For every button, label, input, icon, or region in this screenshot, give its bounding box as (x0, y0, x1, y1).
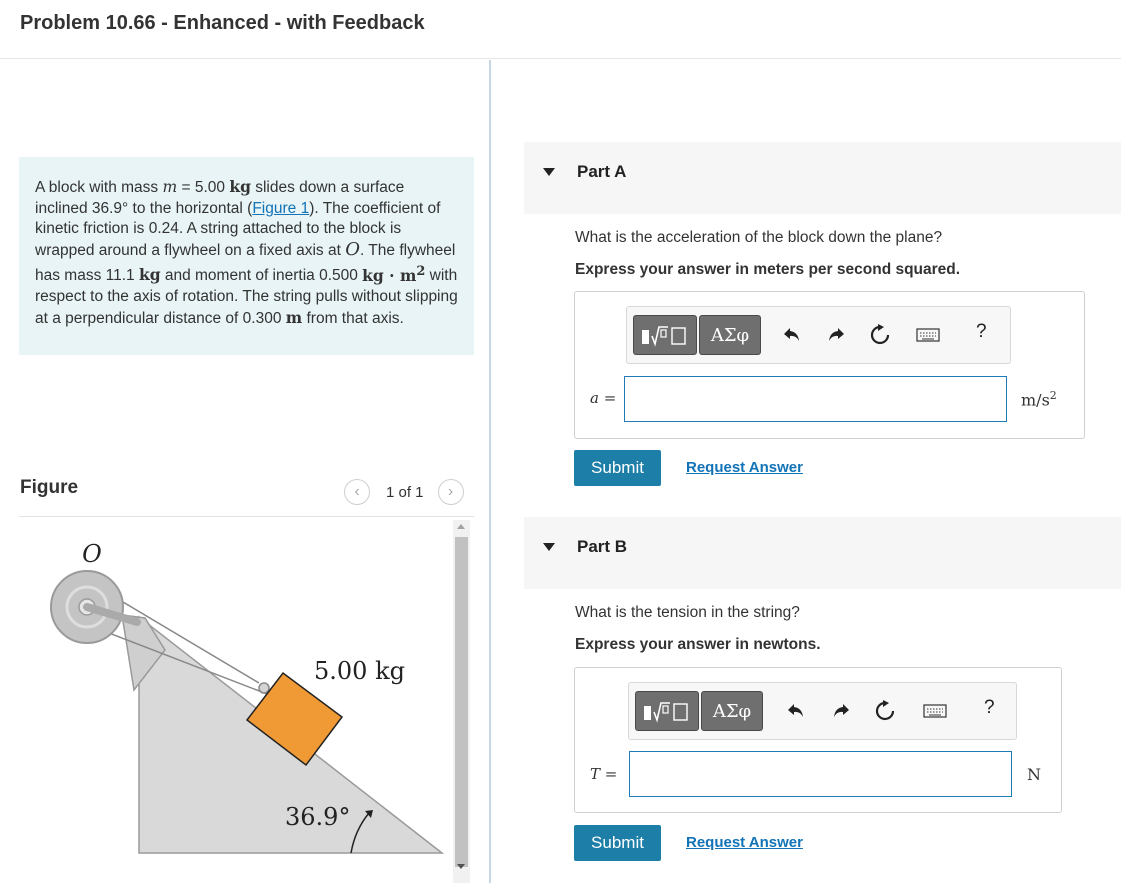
angle-label: 36.9° (285, 803, 350, 831)
part-b-answer-box: ΑΣφ ? T = N (574, 667, 1062, 813)
unit-exponent: 2 (1049, 389, 1057, 402)
redo-icon[interactable] (824, 323, 848, 347)
pager-count: 1 of 1 (386, 483, 424, 501)
part-a-instruction: Express your answer in meters per second… (575, 261, 961, 278)
templates-button[interactable] (633, 315, 697, 355)
page-header: Problem 10.66 - Enhanced - with Feedback (0, 0, 1121, 59)
figure-link[interactable]: Figure 1 (252, 200, 309, 217)
part-a-question: What is the acceleration of the block do… (575, 229, 943, 246)
greek-symbols-button[interactable]: ΑΣφ (701, 691, 763, 731)
templates-icon (642, 326, 686, 347)
caret-down-icon[interactable] (543, 168, 555, 176)
panel-divider (489, 60, 491, 883)
part-b-unit: N (1027, 765, 1041, 784)
undo-icon[interactable] (780, 323, 804, 347)
axis-label: O (82, 540, 102, 568)
help-icon[interactable]: ? (976, 321, 987, 343)
reset-icon[interactable] (868, 323, 892, 347)
scroll-down-icon[interactable] (457, 864, 465, 869)
part-a-answer-input[interactable] (624, 376, 1007, 422)
part-a-unit: m/s2 (1021, 389, 1057, 409)
next-figure-button[interactable]: › (437, 479, 464, 505)
unit-m: m (285, 307, 303, 327)
figure-image: O 5.00 kg 36.9° (19, 520, 451, 883)
equals-sign: = (598, 389, 617, 407)
chevron-right-icon: › (447, 483, 454, 500)
incline-diagram: O 5.00 kg 36.9° (50, 540, 445, 854)
greek-symbols-button[interactable]: ΑΣφ (699, 315, 761, 355)
prev-figure-button[interactable]: ‹ (344, 479, 370, 505)
keyboard-icon[interactable] (916, 323, 940, 347)
unit-kg-m2: kg · m2 (362, 263, 426, 285)
templates-button[interactable] (635, 691, 699, 731)
part-b-request-answer-link[interactable]: Request Answer (686, 834, 803, 851)
part-b-question: What is the tension in the string? (575, 604, 800, 621)
part-b-title: Part B (577, 537, 628, 556)
equals-sign: = (600, 765, 618, 783)
mass-label: 5.00 kg (314, 657, 405, 685)
unit-exponent: 2 (416, 263, 426, 279)
reset-icon[interactable] (873, 699, 897, 723)
axis-variable: O (345, 238, 360, 260)
unit-kg: kg (229, 177, 251, 196)
page-title: Problem 10.66 - Enhanced - with Feedback (20, 12, 425, 34)
part-a-request-answer-link[interactable]: Request Answer (686, 459, 803, 476)
templates-icon (644, 702, 688, 723)
chevron-left-icon: ‹ (354, 483, 360, 500)
problem-text: = 5.00 (177, 179, 230, 196)
keyboard-icon[interactable] (923, 699, 947, 723)
part-a-math-toolbar: ΑΣφ ? (626, 306, 1011, 364)
part-b-answer-input[interactable] (629, 751, 1012, 797)
part-a-header[interactable]: Part A (524, 142, 1121, 214)
part-b-header[interactable]: Part B (524, 517, 1121, 589)
string-hook (258, 682, 270, 694)
part-a-submit-button[interactable]: Submit (574, 450, 661, 486)
redo-icon[interactable] (829, 699, 853, 723)
unit-kg: kg (138, 265, 161, 285)
part-b-submit-button[interactable]: Submit (574, 825, 661, 861)
part-a-variable: a = (590, 389, 616, 407)
unit-base: m/s (1021, 390, 1050, 410)
problem-text: to the horizontal ( (128, 199, 253, 217)
problem-text: from that axis. (302, 309, 404, 327)
figure-scrollbar[interactable] (453, 520, 470, 883)
part-b-math-toolbar: ΑΣφ ? (628, 682, 1017, 740)
variable-symbol: T (590, 765, 601, 783)
part-b-variable: T = (590, 765, 617, 783)
figure-pager: ‹ 1 of 1 › (344, 479, 464, 505)
problem-text: and moment of inertia 0.500 (160, 267, 363, 285)
caret-down-icon[interactable] (543, 543, 555, 551)
part-a-answer-box: ΑΣφ ? a = m/s2 (574, 291, 1085, 439)
variable-symbol: a (590, 389, 599, 407)
part-a-title: Part A (577, 162, 627, 181)
problem-text: A block with mass (35, 179, 163, 196)
scrollbar-thumb[interactable] (455, 537, 468, 867)
part-b-instruction: Express your answer in newtons. (575, 636, 821, 653)
help-icon[interactable]: ? (984, 697, 995, 719)
scroll-up-icon[interactable] (457, 524, 465, 529)
problem-statement: A block with mass m = 5.00 kg slides dow… (19, 157, 474, 355)
mass-variable: m (162, 178, 178, 196)
unit-kg-m: kg · m (362, 265, 417, 285)
undo-icon[interactable] (784, 699, 808, 723)
figure-label: Figure (20, 477, 79, 498)
figure-divider (19, 516, 474, 517)
